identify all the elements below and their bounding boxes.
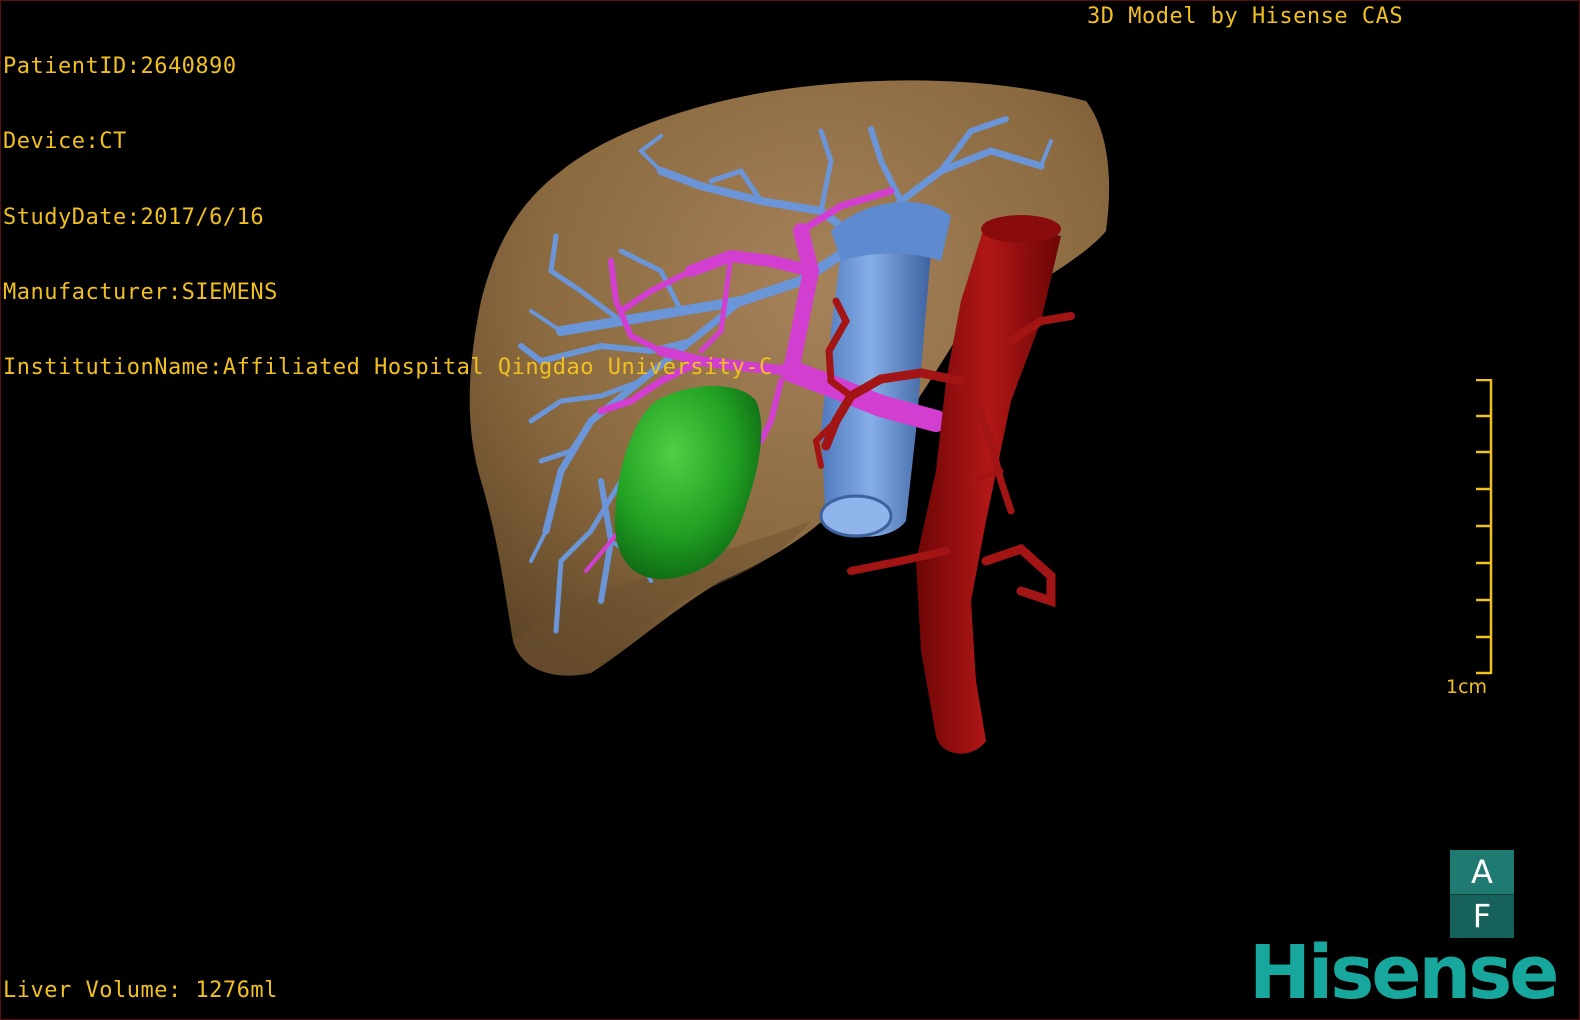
study-date: StudyDate:2017/6/16 [3, 204, 265, 230]
patient-info-overlay: PatientID:2640890 Device:CT StudyDate:20… [3, 4, 773, 430]
model-credit: 3D Model by Hisense CAS [1087, 4, 1404, 29]
scale-label: 1cm [1446, 676, 1488, 698]
device: Device:CT [3, 129, 127, 155]
patient-id: PatientID:2640890 [3, 54, 237, 79]
orientation-face-top[interactable]: A [1450, 850, 1514, 894]
manufacturer: Manufacturer:SIEMENS [3, 279, 278, 305]
3d-viewport[interactable]: PatientID:2640890 Device:CT StudyDate:20… [0, 0, 1580, 1020]
institution-name: InstitutionName:Affiliated Hospital Qing… [3, 355, 773, 381]
scale-bar [1476, 379, 1493, 675]
liver-volume: Liver Volume: 1276ml [3, 978, 278, 1003]
hisense-logo: Hisense [1249, 930, 1559, 1016]
orientation-cube[interactable]: A F [1450, 850, 1514, 938]
